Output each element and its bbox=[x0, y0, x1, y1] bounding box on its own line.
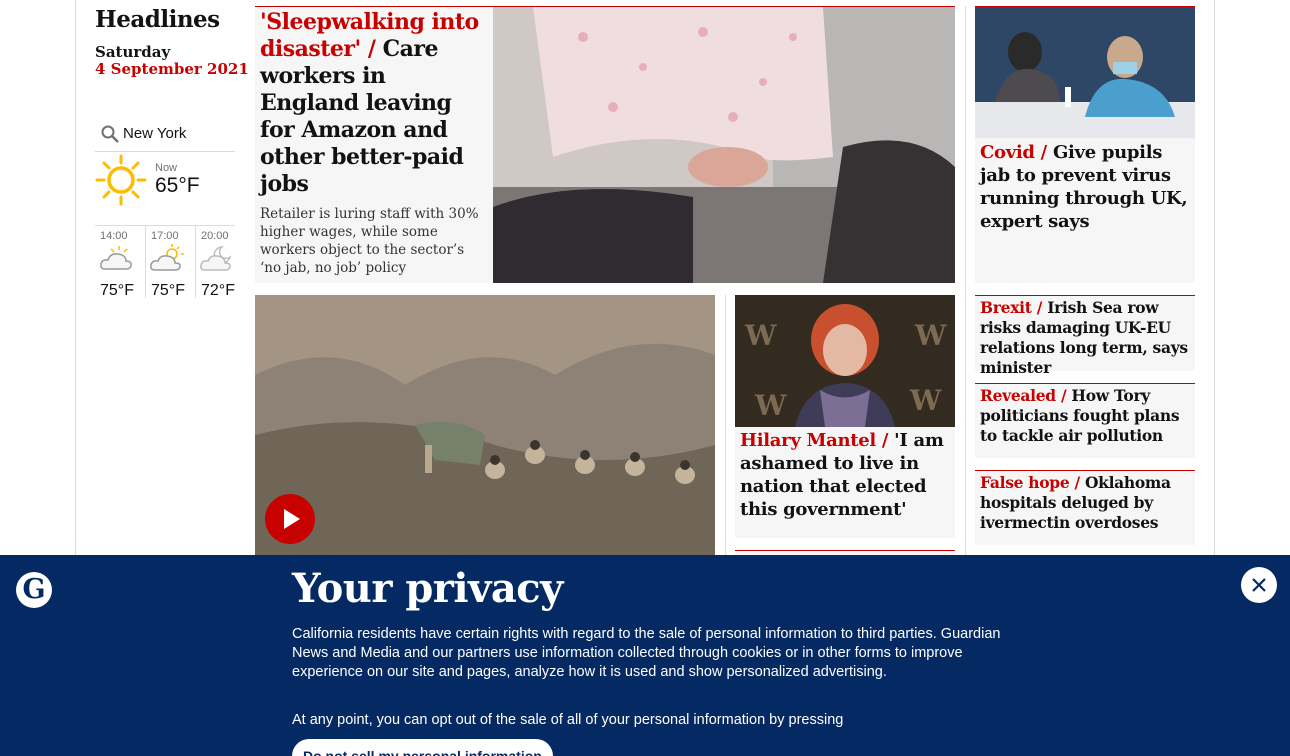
brexit-story-card[interactable]: Brexit / Irish Sea row risks damaging UK… bbox=[975, 295, 1195, 377]
falsehope-story-card[interactable]: False hope / Oklahoma hospitals deluged … bbox=[975, 470, 1195, 545]
sun-cloud-icon bbox=[150, 244, 184, 271]
covid-headline[interactable]: Covid / Give pupils jab to prevent virus… bbox=[980, 141, 1192, 233]
covid-kicker: Covid / bbox=[980, 142, 1047, 163]
privacy-title: Your privacy bbox=[292, 565, 563, 612]
close-banner-button[interactable] bbox=[1241, 567, 1277, 603]
play-button[interactable] bbox=[265, 494, 315, 544]
forecast-item: 14:00 75°F bbox=[95, 226, 145, 299]
column-divider bbox=[965, 6, 966, 560]
forecast-temp: 72°F bbox=[201, 282, 235, 299]
sun-icon bbox=[95, 154, 147, 206]
weather-location[interactable] bbox=[95, 116, 235, 152]
mantel-image[interactable]: WWWW bbox=[735, 295, 955, 427]
forecast-temp: 75°F bbox=[151, 282, 185, 299]
date-day: Saturday bbox=[95, 43, 171, 61]
mantel-headline[interactable]: Hilary Mantel / 'I am ashamed to live in… bbox=[740, 429, 953, 521]
privacy-banner: G Your privacy California residents have… bbox=[0, 555, 1290, 756]
location-input[interactable] bbox=[123, 122, 233, 144]
brexit-kicker: Brexit / bbox=[980, 298, 1043, 317]
falsehope-kicker: False hope / bbox=[980, 473, 1080, 492]
svg-text:W: W bbox=[744, 319, 777, 352]
forecast-item: 17:00 75°F bbox=[145, 226, 195, 299]
lead-image[interactable] bbox=[493, 7, 955, 283]
privacy-optout-text: At any point, you can opt out of the sal… bbox=[292, 712, 844, 728]
forecast-row: 14:00 75°F 17:00 75°F 20:00 72°F bbox=[95, 225, 235, 299]
search-icon bbox=[101, 125, 119, 143]
forecast-item: 20:00 72°F bbox=[195, 226, 245, 299]
date-full: 4 September 2021 bbox=[95, 60, 249, 78]
lead-standfirst: Retailer is luring staff with 30% higher… bbox=[260, 206, 479, 276]
revealed-headline[interactable]: Revealed / How Tory politicians fought p… bbox=[980, 386, 1192, 446]
section-title: Headlines bbox=[95, 6, 220, 33]
now-label: Now bbox=[155, 162, 178, 174]
mantel-story-card[interactable]: WWWW Hilary Mantel / 'I am ashamed to li… bbox=[735, 295, 955, 538]
brexit-headline[interactable]: Brexit / Irish Sea row risks damaging UK… bbox=[980, 298, 1192, 378]
lead-headline[interactable]: 'Sleepwalking into disaster' / Care work… bbox=[260, 9, 488, 198]
covid-story-card[interactable]: Covid / Give pupils jab to prevent virus… bbox=[975, 6, 1195, 283]
revealed-kicker: Revealed / bbox=[980, 386, 1067, 405]
video-thumbnail[interactable] bbox=[255, 295, 715, 560]
forecast-time: 17:00 bbox=[151, 230, 179, 242]
mantel-kicker: Hilary Mantel / bbox=[740, 430, 889, 451]
now-temperature: 65°F bbox=[155, 174, 200, 197]
guardian-logo-icon: G bbox=[16, 572, 52, 608]
falsehope-headline[interactable]: False hope / Oklahoma hospitals deluged … bbox=[980, 473, 1192, 533]
svg-text:W: W bbox=[914, 319, 947, 352]
forecast-time: 20:00 bbox=[201, 230, 229, 242]
close-icon bbox=[1252, 578, 1266, 592]
column-divider bbox=[725, 295, 726, 560]
forecast-temp: 75°F bbox=[100, 282, 134, 299]
svg-text:W: W bbox=[909, 384, 942, 417]
cloud-icon bbox=[100, 246, 132, 270]
covid-image[interactable] bbox=[975, 7, 1195, 138]
do-not-sell-button[interactable]: Do not sell my personal information bbox=[292, 739, 553, 756]
revealed-story-card[interactable]: Revealed / How Tory politicians fought p… bbox=[975, 383, 1195, 458]
logo-letter: G bbox=[22, 574, 46, 605]
forecast-time: 14:00 bbox=[100, 230, 128, 242]
lead-kicker: 'Sleepwalking into disaster' / bbox=[260, 9, 479, 62]
video-story-card[interactable] bbox=[255, 295, 715, 560]
lead-story-card[interactable]: 'Sleepwalking into disaster' / Care work… bbox=[255, 6, 955, 283]
svg-text:W: W bbox=[754, 389, 787, 422]
moon-cloud-icon bbox=[200, 246, 232, 271]
privacy-body: California residents have certain rights… bbox=[292, 626, 1001, 680]
